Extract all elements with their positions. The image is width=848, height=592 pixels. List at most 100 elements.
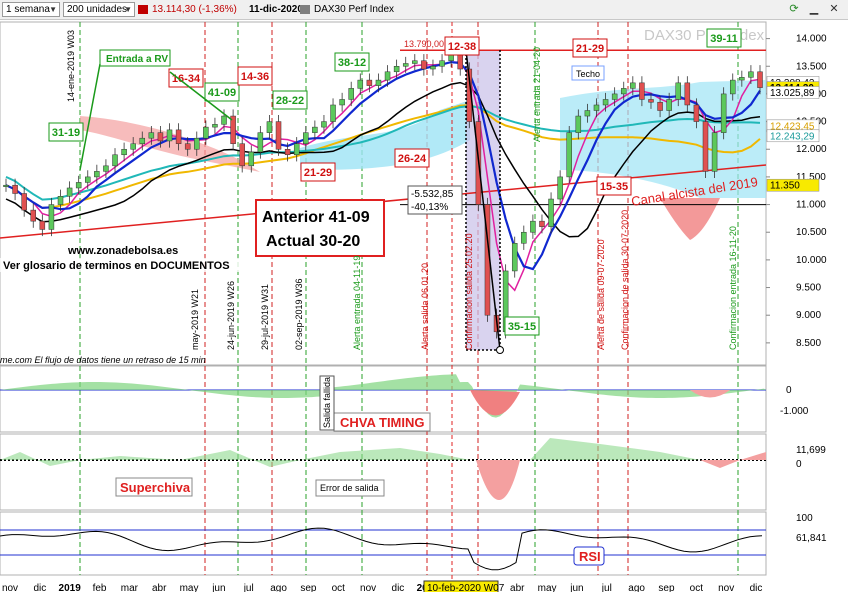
interval-value: 1 semana [6, 4, 50, 15]
candle-body [339, 99, 345, 106]
signal-box-label: 31-19 [52, 127, 80, 139]
crash-bottom-marker [496, 346, 504, 354]
candle-body [75, 182, 82, 189]
vertical-label: Alerta de salida 09-07-2020 [596, 239, 606, 350]
entrada-label: Entrada a RV [106, 54, 168, 65]
chva-tick: 0 [786, 385, 792, 396]
minimize-icon[interactable]: ▁ [806, 2, 822, 17]
candle-body [366, 79, 373, 86]
y-tick-label: 8.500 [796, 338, 821, 349]
vertical-label: Confirmacion entrada 16-11-20 [728, 226, 738, 350]
candle-body [611, 93, 618, 100]
candle-body [393, 66, 400, 73]
x-tick-label: oct [690, 583, 704, 592]
x-tick-label: ago [628, 583, 645, 592]
signal-box-label: 21-29 [304, 167, 332, 179]
candle-body [648, 99, 654, 103]
delay-note: me.com El flujo de datos tiene un retras… [0, 355, 206, 365]
candle-body [203, 126, 209, 139]
x-tick-label: dic [33, 583, 46, 592]
indicator-panel-frame [0, 511, 767, 576]
x-tick-label: oct [332, 583, 346, 592]
y-tick-label: 14.000 [796, 34, 827, 45]
signal-box-label: 21-29 [576, 43, 604, 55]
x-tick-label: dic [750, 583, 763, 592]
candle-body [521, 231, 527, 244]
quote-date: 11-dic-2020 [249, 4, 303, 15]
x-tick-label: nov [360, 583, 376, 592]
x-tick-label: nov [718, 583, 734, 592]
y-tick-label: 9.000 [796, 310, 821, 321]
candle-body [711, 132, 718, 172]
candle-body [121, 148, 127, 156]
candle-body [130, 143, 136, 150]
candle-body [729, 79, 736, 95]
signal-box-label: 14-36 [241, 71, 269, 83]
x-tick-label: sep [658, 583, 675, 592]
x-tick-label: abr [510, 583, 525, 592]
down-arrow-icon [138, 5, 148, 14]
cursor-label: 10-feb-2020 W07 [427, 583, 505, 592]
candle-body [257, 132, 264, 153]
candle-body [321, 121, 327, 128]
candle-body [430, 66, 436, 70]
candle-body [593, 104, 600, 111]
candle-body [657, 101, 663, 111]
x-tick-label: jul [243, 583, 254, 592]
signal-box-label: 16-34 [172, 73, 201, 85]
candle-body [548, 198, 554, 227]
refresh-icon[interactable]: ⟳ [786, 2, 802, 17]
candle-body [412, 60, 418, 64]
x-tick-label: sep [300, 583, 317, 592]
candle-body [175, 129, 182, 144]
signal-box-label: 41-09 [208, 87, 236, 99]
candle-body [275, 121, 282, 150]
candle-body [748, 71, 754, 78]
candle-body [511, 243, 518, 272]
x-tick-label: jul [601, 583, 612, 592]
candle-body [530, 220, 536, 233]
price-tag-label: 11.350 [770, 181, 800, 192]
glosario-text: Ver glosario de terminos en DOCUMENTOS [3, 260, 230, 272]
rsi-tick: 61,841 [796, 533, 827, 544]
candle-body [584, 110, 591, 117]
summary-anterior: Anterior 41-09 [262, 209, 370, 226]
interval-select[interactable]: 1 semana ▼ [2, 2, 60, 17]
candle-body [21, 193, 27, 211]
y-tick-label: 10.000 [796, 255, 827, 266]
candle-body [284, 148, 291, 156]
candle-body [3, 184, 9, 187]
units-select[interactable]: 200 unidades ▼ [63, 2, 135, 17]
vertical-label: 14-ene-2019 W03 [66, 30, 76, 102]
vertical-label: may-2019 W21 [190, 289, 200, 350]
summary-actual: Actual 30-20 [266, 233, 360, 250]
candle-body [566, 132, 572, 178]
signal-box-label: 38-12 [338, 57, 366, 69]
salida-label: Salida fallida [322, 377, 332, 428]
superchiva-tick: 11,699 [796, 445, 826, 456]
instrument-name: DAX30 Perf Index [314, 4, 395, 15]
signal-box-label: 12-38 [448, 41, 476, 53]
candle-body [194, 137, 200, 150]
candle-body [112, 154, 118, 167]
chart-area: 13.790,00 DAX30 Perf Index 31-19 16-34 41-09… [0, 21, 827, 592]
candle-body [620, 88, 627, 95]
y-tick-label: 11.000 [796, 200, 826, 211]
vertical-label: 02-sep-2019 W36 [294, 278, 304, 350]
candle-body [85, 176, 91, 183]
y-tick-label: 9.500 [796, 283, 821, 294]
candle-body [348, 88, 354, 100]
candle-body [184, 143, 191, 150]
candle-body [539, 220, 545, 227]
units-value: 200 unidades [67, 4, 128, 15]
vertical-label: Alerta entrada 21-04-20 [532, 47, 542, 142]
candle-body [12, 184, 18, 194]
indicator-panel-frame [0, 433, 767, 511]
watermark-text: DAX30 Perf Index [644, 27, 765, 44]
candle-body [148, 132, 155, 139]
close-icon[interactable]: ✕ [826, 2, 842, 17]
candle-body [212, 124, 218, 128]
candle-body [739, 77, 745, 81]
x-tick-label: dic [392, 583, 405, 592]
candle-body [357, 79, 364, 89]
